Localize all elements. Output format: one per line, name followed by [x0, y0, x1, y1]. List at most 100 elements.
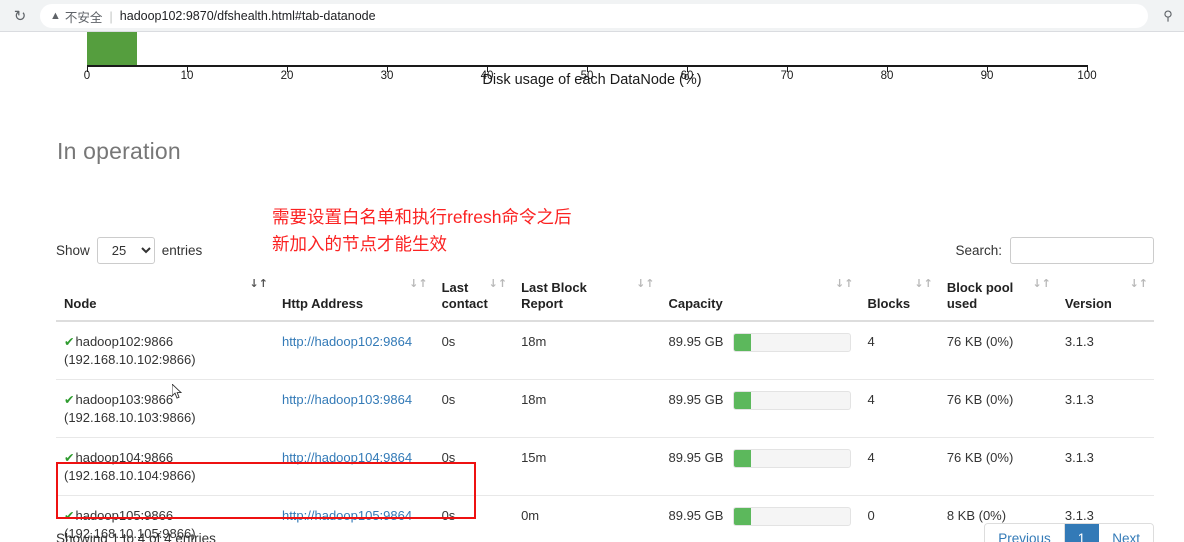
column-header-version[interactable]: ↓↑ Version	[1056, 274, 1154, 322]
cell-capacity: 89.95 GB	[660, 437, 860, 496]
warning-triangle-icon: ▲	[50, 9, 61, 22]
column-header-label: Blocks	[867, 296, 911, 311]
column-header-label: Block pool used	[946, 280, 1014, 311]
cell-block-pool-used: 76 KB (0%)	[938, 437, 1057, 496]
chart-x-axis-label: Disk usage of each DataNode (%)	[482, 72, 702, 88]
http-address-link[interactable]: http://hadoop104:9864	[282, 450, 412, 465]
table-info-text: Showing 1 to 4 of 4 entries	[56, 531, 216, 542]
cell-blocks: 4	[859, 321, 939, 380]
table-row[interactable]: ✔hadoop102:9866 (192.168.10.102:9866) htt…	[56, 321, 1154, 380]
search-input[interactable]	[1010, 237, 1154, 264]
datanode-table: ↓↑ Node ↓↑ Http Address ↓↑ Last contact ↓↑ Last…	[56, 274, 1154, 542]
search-label: Search:	[955, 243, 1002, 258]
cell-last-block-report: 18m	[513, 379, 661, 438]
pagination-next-button[interactable]: Next	[1099, 524, 1153, 542]
cell-version: 3.1.3	[1056, 379, 1154, 438]
cell-blocks: 0	[859, 495, 939, 542]
pagination: Previous 1 Next	[984, 523, 1154, 542]
cell-capacity: 89.95 GB	[660, 495, 860, 542]
http-address-link[interactable]: http://hadoop103:9864	[282, 392, 412, 407]
chart-bar-datanode	[87, 32, 137, 65]
cell-node: ✔hadoop104:9866 (192.168.10.104:9866)	[56, 437, 274, 496]
capacity-label: 89.95 GB	[668, 334, 724, 349]
page-title: In operation	[57, 138, 181, 164]
sort-indicator-icon: ↓↑	[1129, 277, 1148, 290]
sort-indicator-icon: ↓↑	[249, 277, 268, 290]
sort-indicator-icon: ↓↑	[636, 277, 655, 290]
cell-blocks: 4	[859, 379, 939, 438]
cell-node: ✔hadoop102:9866 (192.168.10.102:9866)	[56, 321, 274, 380]
browser-toolbar: ↻ ▲ 不安全 | hadoop102:9870/dfshealth.html#…	[0, 0, 1184, 32]
security-label: 不安全	[64, 10, 103, 25]
sort-indicator-icon: ↓↑	[488, 277, 508, 290]
search-icon[interactable]: ⚲	[1160, 8, 1176, 24]
pagination-page-1-button[interactable]: 1	[1064, 524, 1100, 542]
column-header-capacity[interactable]: ↓↑ Capacity	[660, 274, 860, 322]
sort-indicator-icon: ↓↑	[409, 277, 428, 290]
column-header-label: Capacity	[668, 296, 723, 311]
cell-http-address: http://hadoop105:9864	[273, 495, 434, 542]
annotation-text: 需要设置白名单和执行refresh命令之后 新加入的节点才能生效	[272, 207, 572, 254]
cell-blocks: 4	[859, 437, 939, 496]
capacity-progress-bar	[733, 333, 852, 353]
capacity-label: 89.95 GB	[668, 392, 724, 407]
node-label: hadoop104:9866 (192.168.10.104:9866)	[64, 450, 196, 483]
sort-indicator-icon: ↓↑	[914, 277, 933, 290]
capacity-progress-fill	[734, 334, 751, 352]
column-header-label: Version	[1064, 296, 1112, 311]
cell-block-pool-used: 76 KB (0%)	[938, 379, 1057, 438]
check-icon: ✔	[64, 451, 75, 465]
cell-last-contact: 0s	[433, 379, 514, 438]
http-address-link[interactable]: http://hadoop102:9864	[282, 334, 412, 349]
reload-icon[interactable]: ↻	[6, 2, 34, 30]
column-header-http-address[interactable]: ↓↑ Http Address	[273, 274, 434, 322]
page-length-select[interactable]: 2550100	[96, 237, 155, 264]
omnibox-separator: |	[109, 8, 113, 24]
show-label: Show	[56, 243, 90, 258]
address-bar[interactable]: ▲ 不安全 | hadoop102:9870/dfshealth.html#ta…	[40, 4, 1148, 28]
column-header-label: Node	[64, 296, 97, 311]
entries-label: entries	[161, 243, 203, 258]
page-content: 0 10 20 30 40 50 60 70 80 90 100 Disk usage of eac…	[0, 32, 1184, 542]
node-label: hadoop103:9866 (192.168.10.103:9866)	[64, 392, 196, 425]
cell-http-address: http://hadoop104:9864	[273, 437, 434, 496]
cell-last-block-report: 0m	[513, 495, 661, 542]
cell-last-contact: 0s	[433, 437, 514, 496]
column-header-label: Last contact	[441, 280, 488, 311]
node-label: hadoop102:9866 (192.168.10.102:9866)	[64, 334, 196, 367]
cell-last-block-report: 18m	[513, 321, 661, 380]
entries-length-control: Show 2550100 entries	[56, 237, 202, 264]
cell-last-block-report: 15m	[513, 437, 661, 496]
capacity-progress-bar	[733, 507, 852, 527]
table-row[interactable]: ✔hadoop104:9866 (192.168.10.104:9866) htt…	[56, 437, 1154, 496]
cell-version: 3.1.3	[1056, 321, 1154, 380]
cell-http-address: http://hadoop102:9864	[273, 321, 434, 380]
sort-indicator-icon: ↓↑	[835, 277, 854, 290]
capacity-progress-bar	[733, 391, 852, 411]
column-header-block-pool-used[interactable]: ↓↑ Block pool used	[938, 274, 1057, 322]
check-icon: ✔	[64, 335, 75, 349]
http-address-link[interactable]: http://hadoop105:9864	[282, 508, 412, 523]
address-bar-url: hadoop102:9870/dfshealth.html#tab-datano…	[119, 9, 376, 23]
sort-indicator-icon: ↓↑	[1032, 277, 1051, 290]
column-header-last-contact[interactable]: ↓↑ Last contact	[433, 274, 514, 322]
cell-http-address: http://hadoop103:9864	[273, 379, 434, 438]
pagination-previous-button[interactable]: Previous	[985, 524, 1065, 542]
capacity-progress-fill	[734, 450, 751, 468]
capacity-label: 89.95 GB	[668, 508, 724, 523]
column-header-last-block-report[interactable]: ↓↑ Last Block Report	[513, 274, 661, 322]
cell-capacity: 89.95 GB	[660, 321, 860, 380]
table-header-row: ↓↑ Node ↓↑ Http Address ↓↑ Last contact ↓↑ Last…	[56, 274, 1154, 322]
capacity-label: 89.95 GB	[668, 450, 724, 465]
cell-last-contact: 0s	[433, 321, 514, 380]
cell-version: 3.1.3	[1056, 437, 1154, 496]
table-row[interactable]: ✔hadoop103:9866 (192.168.10.103:9866) htt…	[56, 379, 1154, 438]
column-header-label: Last Block Report	[521, 280, 587, 311]
column-header-node[interactable]: ↓↑ Node	[56, 274, 274, 322]
capacity-progress-bar	[733, 449, 852, 469]
column-header-blocks[interactable]: ↓↑ Blocks	[859, 274, 939, 322]
cell-block-pool-used: 76 KB (0%)	[938, 321, 1057, 380]
capacity-progress-fill	[734, 392, 751, 410]
search-filter: Search:	[955, 237, 1154, 264]
table-body: ✔hadoop102:9866 (192.168.10.102:9866) htt…	[56, 321, 1154, 542]
